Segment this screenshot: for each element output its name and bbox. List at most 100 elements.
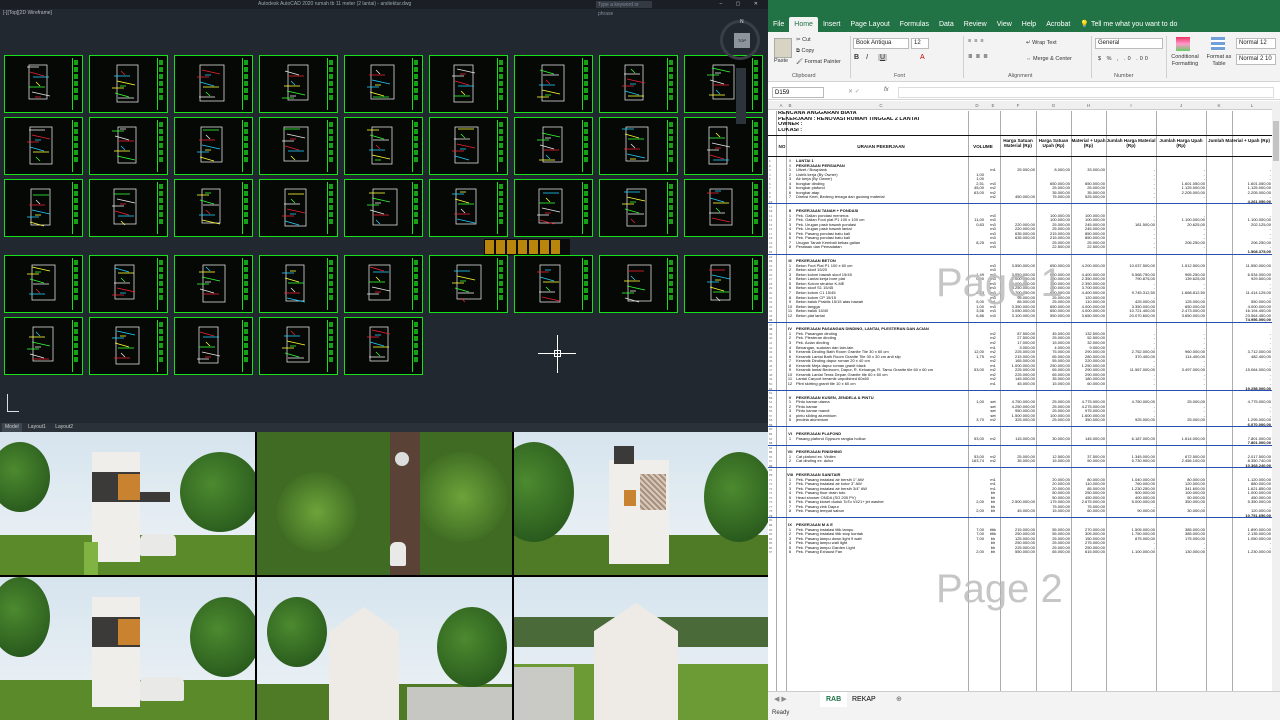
bold-button[interactable]: B: [854, 54, 859, 61]
spreadsheet-grid[interactable]: ABCDEFGHIJKL RENCANA ANGGARAN BIAYA PEKER…: [768, 101, 1280, 691]
autocad-search-input[interactable]: Type a keyword or phrase: [596, 1, 652, 17]
menu-acrobat[interactable]: Acrobat: [1041, 17, 1075, 32]
drawing-sheet[interactable]: [599, 255, 678, 313]
drawing-sheet[interactable]: [4, 179, 83, 237]
copy-button[interactable]: ⧉ Copy: [796, 48, 814, 55]
drawing-sheet[interactable]: [344, 317, 423, 375]
title-cell[interactable]: OWNER :: [778, 122, 978, 127]
cell-sum-material[interactable]: 1.100.000,00: [1106, 550, 1155, 555]
menu-formulas[interactable]: Formulas: [895, 17, 934, 32]
column-header[interactable]: E: [986, 101, 1000, 110]
vertical-scrollbar[interactable]: [1272, 101, 1280, 691]
drawing-sheet[interactable]: [429, 255, 508, 313]
column-header[interactable]: J: [1156, 101, 1206, 110]
table-header-cell[interactable]: URAIAN PEKERJAAN: [794, 144, 968, 149]
align-left-buttons[interactable]: ≣≣≣: [968, 54, 991, 60]
drawing-sheet[interactable]: [174, 55, 253, 113]
column-header[interactable]: K: [1206, 101, 1232, 110]
drawing-sheet[interactable]: [429, 117, 508, 175]
cell-volume[interactable]: 2,00: [968, 550, 984, 555]
add-sheet-button[interactable]: ⊕: [896, 692, 902, 707]
table-header-cell[interactable]: NO: [778, 144, 786, 149]
drawing-sheet[interactable]: [514, 117, 593, 175]
format-as-table-button[interactable]: Format as Table: [1204, 54, 1234, 68]
sheet-tab-rekap[interactable]: REKAP: [852, 692, 876, 707]
drawing-sheet[interactable]: [89, 317, 168, 375]
tell-me-search[interactable]: 💡 Tell me what you want to do: [1075, 17, 1182, 32]
drawing-sheet[interactable]: [174, 255, 253, 313]
drawing-sheet[interactable]: [259, 55, 338, 113]
drawing-sheet[interactable]: [599, 117, 678, 175]
table-header-cell[interactable]: Jumlah Harga Material (Rp): [1106, 138, 1156, 148]
style-normal-2-10[interactable]: Normal 2 10: [1236, 54, 1276, 65]
conditional-formatting-icon[interactable]: [1176, 37, 1190, 51]
sheet-nav-arrows[interactable]: ◀ ▶: [774, 692, 787, 707]
drawing-sheet[interactable]: [4, 317, 83, 375]
drawing-sheet[interactable]: [344, 117, 423, 175]
paste-button[interactable]: Paste: [774, 58, 788, 64]
drawing-sheets[interactable]: [4, 55, 764, 377]
menu-page-layout[interactable]: Page Layout: [845, 17, 894, 32]
tab-layout1[interactable]: Layout1: [25, 423, 49, 432]
cell-sum-total[interactable]: 1.230.000,00: [1206, 550, 1271, 555]
table-header-cell[interactable]: Harga Satuan Upah (Rp): [1036, 138, 1071, 148]
viewcube[interactable]: N TOP: [720, 19, 760, 60]
cell-sum-labor[interactable]: 130.000,00: [1156, 550, 1205, 555]
tab-layout2[interactable]: Layout2: [52, 423, 76, 432]
drawing-sheet[interactable]: [599, 179, 678, 237]
drawing-sheet[interactable]: [89, 117, 168, 175]
font-name-select[interactable]: Book Antiqua: [853, 38, 909, 49]
drawing-sheet[interactable]: [429, 55, 508, 113]
scroll-thumb[interactable]: [1273, 121, 1279, 161]
name-box[interactable]: D159: [772, 87, 824, 98]
align-top-buttons[interactable]: ≡≡≡: [968, 38, 987, 44]
drawing-sheet[interactable]: [89, 255, 168, 313]
row-number[interactable]: 87: [769, 550, 777, 555]
column-header[interactable]: L: [1232, 101, 1272, 110]
menu-home[interactable]: Home: [789, 17, 818, 32]
format-painter-button[interactable]: 🖌 Format Painter: [796, 59, 841, 65]
underline-button[interactable]: U: [878, 54, 888, 61]
wrap-text-button[interactable]: ↵ Wrap Text: [1026, 40, 1057, 46]
cell-price-material[interactable]: 550.000,00: [1000, 550, 1035, 555]
drawing-sheet[interactable]: [4, 55, 83, 113]
drawing-sheet[interactable]: [4, 255, 83, 313]
drawing-sheet[interactable]: [174, 179, 253, 237]
cell-desc[interactable]: Pek. Pasang Exhaust Fan: [796, 550, 968, 555]
cell-unit[interactable]: bh: [986, 550, 1000, 555]
drawing-sheet[interactable]: [89, 179, 168, 237]
viewcube-face[interactable]: TOP: [734, 33, 750, 48]
format-as-table-icon[interactable]: [1211, 37, 1225, 51]
number-format-buttons[interactable]: $ % , .0 .00: [1098, 56, 1150, 62]
title-cell[interactable]: LOKASI :: [778, 128, 978, 133]
drawing-sheet[interactable]: [259, 255, 338, 313]
menu-help[interactable]: Help: [1017, 17, 1041, 32]
drawing-sheet[interactable]: [684, 255, 763, 313]
drawing-sheet[interactable]: [684, 55, 763, 113]
drawing-sheet[interactable]: [684, 117, 763, 175]
drawing-sheet[interactable]: [514, 55, 593, 113]
font-color-button[interactable]: A: [920, 54, 925, 61]
navigation-bar[interactable]: [736, 68, 746, 124]
column-header[interactable]: I: [1106, 101, 1156, 110]
column-header[interactable]: A: [776, 101, 786, 110]
drawing-sheet[interactable]: [344, 179, 423, 237]
column-header[interactable]: D: [968, 101, 986, 110]
drawing-sheet[interactable]: [344, 55, 423, 113]
table-header-cell[interactable]: Jumlah Harga Upah (Rp): [1156, 138, 1206, 148]
column-header[interactable]: F: [1000, 101, 1036, 110]
paste-icon[interactable]: [774, 38, 792, 58]
column-header[interactable]: G: [1036, 101, 1071, 110]
number-format-select[interactable]: General: [1095, 38, 1163, 49]
cell-price-total[interactable]: 615.000,00: [1071, 550, 1105, 555]
fx-icon[interactable]: fx: [884, 87, 889, 93]
table-header-cell[interactable]: Jumlah Material + Upah (Rp): [1206, 138, 1272, 143]
menu-file[interactable]: File: [768, 17, 789, 32]
menu-review[interactable]: Review: [959, 17, 992, 32]
drawing-sheet[interactable]: [344, 255, 423, 313]
drawing-sheet[interactable]: [89, 55, 168, 113]
tab-model[interactable]: Model: [2, 423, 22, 432]
menu-view[interactable]: View: [992, 17, 1017, 32]
drawing-sheet[interactable]: [174, 117, 253, 175]
formula-input[interactable]: [898, 87, 1274, 98]
